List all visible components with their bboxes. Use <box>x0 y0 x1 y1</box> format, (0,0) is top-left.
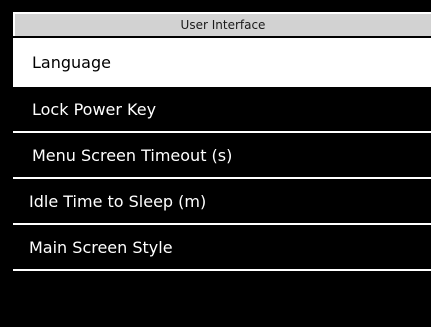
menu-item-language[interactable]: Language <box>13 38 431 87</box>
menu-item-main-screen-style[interactable]: Main Screen Style <box>13 225 431 271</box>
title-bar: User Interface <box>13 12 431 36</box>
menu-item-menu-screen-timeout[interactable]: Menu Screen Timeout (s) <box>13 133 431 179</box>
menu-item-label: Idle Time to Sleep (m) <box>29 191 207 211</box>
menu-item-label: Lock Power Key <box>32 99 157 119</box>
menu-item-label: Main Screen Style <box>29 237 173 257</box>
device-screen: User Interface Language Lock Power Key M… <box>0 0 431 327</box>
screen-title: User Interface <box>180 18 266 32</box>
menu-item-idle-time-to-sleep[interactable]: Idle Time to Sleep (m) <box>13 179 431 225</box>
settings-menu: Language Lock Power Key Menu Screen Time… <box>13 38 431 271</box>
menu-item-label: Language <box>32 53 111 72</box>
menu-item-label: Menu Screen Timeout (s) <box>32 145 233 165</box>
menu-item-lock-power-key[interactable]: Lock Power Key <box>13 87 431 133</box>
